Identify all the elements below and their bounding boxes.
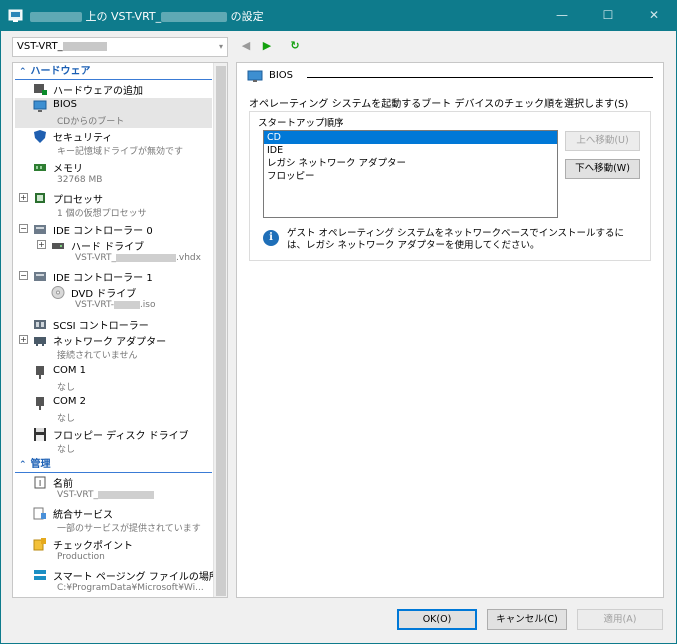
serial-port-icon — [36, 397, 44, 410]
chevron-down-icon: ▾ — [218, 42, 223, 51]
tree-item-network-adapter[interactable]: + ネットワーク アダプター 接続されていません — [15, 332, 212, 362]
tree-item-security[interactable]: セキュリティ キー記憶域ドライブが無効です — [15, 128, 212, 158]
name-tag-icon: I — [34, 476, 46, 489]
apply-button[interactable]: 適用(A) — [577, 609, 663, 630]
move-down-button[interactable]: 下へ移動(W) — [565, 159, 640, 179]
tree-item-hard-drive[interactable]: + ハード ドライブ VST-VRT_ .vhdx — [15, 237, 212, 267]
startup-option-cd[interactable]: CD — [264, 131, 557, 144]
tree-item-integration-services[interactable]: 統合サービス 一部のサービスが提供されています — [15, 505, 212, 535]
legacy-network-info: ゲスト オペレーティング システムをネットワークベースでインストールするには、レ… — [287, 228, 625, 251]
section-management[interactable]: ⌃ 管理 — [15, 458, 212, 473]
info-icon: i — [263, 230, 279, 246]
title-bar: 上の VST-VRT_ の設定 — ☐ ✕ — [0, 0, 677, 31]
heading-rule — [307, 77, 653, 78]
back-arrow-icon[interactable]: ◀ — [238, 38, 254, 54]
collapse-icon[interactable]: − — [19, 271, 28, 280]
ide-controller-icon — [34, 225, 46, 234]
smart-paging-icon — [34, 570, 46, 580]
tree-item-ide-controller-1[interactable]: − IDE コントローラー 1 — [15, 268, 212, 284]
window-title: 上の VST-VRT_ の設定 — [30, 8, 264, 24]
dvd-disc-icon — [51, 286, 65, 299]
section-hardware[interactable]: ⌃ ハードウェア — [15, 65, 212, 80]
collapse-icon[interactable]: − — [19, 224, 28, 233]
startup-order-group: スタートアップ順序 CD IDE レガシ ネットワーク アダプター フロッピー … — [249, 111, 651, 261]
startup-option-ide[interactable]: IDE — [264, 144, 557, 157]
tree-item-dvd-drive[interactable]: DVD ドライブ VST-VRT- .iso — [15, 284, 212, 314]
integration-services-icon — [33, 507, 46, 520]
ok-button[interactable]: OK(O) — [397, 609, 477, 630]
startup-order-title: スタートアップ順序 — [258, 118, 344, 129]
settings-tree[interactable]: ⌃ ハードウェア ハードウェアの追加 BIOS CDからのブート セキュリティ キ… — [12, 62, 228, 598]
startup-order-list[interactable]: CD IDE レガシ ネットワーク アダプター フロッピー — [263, 130, 558, 218]
shield-icon — [34, 130, 46, 143]
vm-selector[interactable]: VST-VRT_ ▾ — [12, 37, 228, 57]
move-up-button[interactable]: 上へ移動(U) — [565, 131, 640, 151]
collapse-chevron-icon: ⌃ — [19, 67, 27, 77]
serial-port-icon — [36, 366, 44, 379]
svg-text:I: I — [39, 479, 41, 488]
network-adapter-icon — [34, 337, 46, 346]
expand-icon[interactable]: + — [37, 240, 46, 249]
tree-item-add-hardware[interactable]: ハードウェアの追加 — [15, 81, 212, 99]
maximize-button[interactable]: ☐ — [585, 0, 631, 31]
scsi-controller-icon — [34, 320, 46, 329]
expand-icon[interactable]: + — [19, 193, 28, 202]
tree-item-com1[interactable]: COM 1 なし — [15, 364, 212, 394]
add-hardware-icon — [34, 84, 47, 95]
bios-heading: BIOS — [247, 69, 653, 85]
tree-item-processor[interactable]: + プロセッサ 1 個の仮想プロセッサ — [15, 190, 212, 220]
redacted-vm-name — [98, 490, 155, 499]
tree-item-smart-paging[interactable]: スマート ページング ファイルの場所 C:¥ProgramData¥Micros… — [15, 567, 219, 597]
tree-scrollbar[interactable] — [213, 63, 227, 597]
bios-monitor-icon — [247, 70, 263, 82]
tree-item-checkpoints[interactable]: チェックポイント Production — [15, 536, 212, 566]
expand-icon[interactable]: + — [19, 335, 28, 344]
redacted-iso-name — [113, 300, 140, 309]
processor-icon — [35, 193, 45, 203]
startup-option-legacy-network[interactable]: レガシ ネットワーク アダプター — [264, 157, 557, 170]
bios-monitor-icon — [33, 100, 47, 112]
tree-item-com2[interactable]: COM 2 なし — [15, 395, 212, 425]
close-button[interactable]: ✕ — [631, 0, 677, 31]
bios-settings-panel: BIOS オペレーティング システムを起動するブート デバイスのチェック順を選択… — [236, 62, 664, 598]
redacted-vm — [161, 12, 228, 22]
forward-arrow-icon[interactable]: ▶ — [259, 38, 275, 54]
collapse-chevron-icon: ⌃ — [19, 460, 27, 470]
redacted-vhdx-name — [116, 253, 177, 262]
startup-option-floppy[interactable]: フロッピー — [264, 170, 557, 183]
tree-scrollbar-thumb[interactable] — [216, 66, 226, 596]
bios-description: オペレーティング システムを起動するブート デバイスのチェック順を選択します(S… — [249, 99, 629, 110]
cancel-button[interactable]: キャンセル(C) — [487, 609, 567, 630]
tree-item-ide-controller-0[interactable]: − IDE コントローラー 0 — [15, 221, 212, 237]
refresh-icon[interactable]: ↻ — [287, 38, 303, 54]
checkpoint-icon — [33, 538, 46, 551]
ide-controller-icon — [34, 272, 46, 281]
tree-item-name[interactable]: I 名前 VST-VRT_ — [15, 474, 212, 504]
hyperv-settings-icon — [8, 9, 23, 22]
memory-chip-icon — [34, 164, 46, 171]
tree-item-floppy-drive[interactable]: フロッピー ディスク ドライブ なし — [15, 426, 212, 456]
tree-item-scsi-controller[interactable]: SCSI コントローラー — [15, 316, 212, 332]
floppy-disk-icon — [34, 428, 46, 441]
redacted-host — [30, 12, 82, 22]
minimize-button[interactable]: — — [539, 0, 585, 31]
hard-drive-icon — [52, 243, 64, 249]
tree-item-bios[interactable]: BIOS CDからのブート — [15, 98, 212, 128]
tree-item-memory[interactable]: メモリ 32768 MB — [15, 159, 212, 189]
redacted-vm-name — [62, 41, 107, 51]
